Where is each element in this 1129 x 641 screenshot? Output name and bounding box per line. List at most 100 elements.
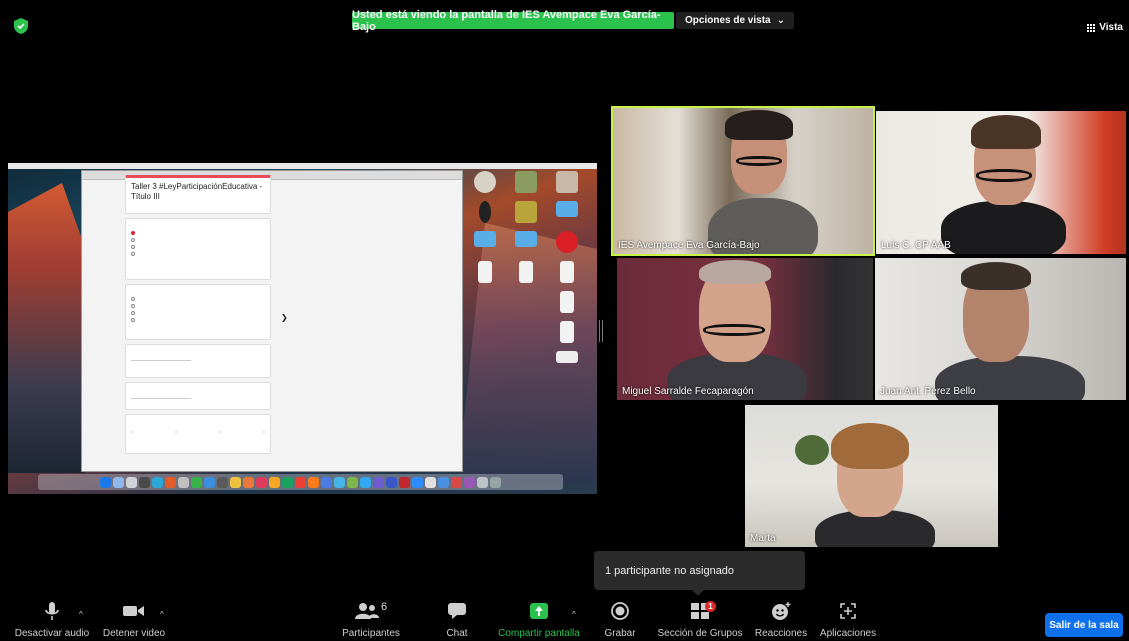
person-hair	[725, 110, 793, 140]
form-question-card: ​ ○○○○	[125, 414, 271, 454]
security-shield-icon[interactable]	[14, 18, 28, 34]
desktop-file-icon	[514, 201, 537, 223]
plant	[795, 435, 829, 465]
answer-line	[131, 360, 191, 361]
dock-app-icon	[373, 476, 384, 488]
apps-icon	[839, 598, 857, 624]
breakout-rooms-button[interactable]: 1 Sección de Grupos	[655, 598, 745, 639]
share-options-chevron-icon[interactable]: ^	[572, 610, 576, 619]
folder-icon	[556, 201, 579, 217]
apps-button[interactable]: Aplicaciones	[818, 598, 878, 639]
split-view-resize-handle[interactable]	[599, 320, 603, 342]
answer-line	[131, 398, 191, 399]
dock-app-icon	[178, 476, 189, 488]
desktop-file-icon	[473, 171, 496, 193]
video-camera-icon	[122, 598, 146, 624]
microphone-icon	[44, 598, 60, 624]
dock-app-icon	[191, 476, 202, 488]
dock-app-icon	[282, 476, 293, 488]
record-label: Grabar	[604, 628, 636, 639]
radio-option	[131, 318, 265, 322]
video-tile-ies-avempace[interactable]: IES Avempace Eva García-Bajo	[611, 106, 875, 256]
dock-app-icon	[386, 476, 397, 488]
view-options-button[interactable]: Opciones de vista ⌄	[676, 12, 794, 29]
smiley-icon	[770, 598, 792, 624]
form-title: Taller 3 #LeyParticipaciónEducativa - Tí…	[131, 182, 263, 201]
dock-app-icon	[230, 476, 241, 488]
shared-screen[interactable]: Taller 3 #LeyParticipaciónEducativa - Tí…	[8, 163, 597, 494]
mute-label: Desactivar audio	[14, 628, 90, 639]
chevron-down-icon: ⌄	[776, 15, 785, 26]
dock-app-icon	[477, 476, 488, 488]
video-tile-miguel[interactable]: Miguel Sarralde Fecaparagón	[617, 258, 873, 400]
dock-app-icon	[399, 476, 410, 488]
view-options-label: Opciones de vista	[685, 15, 771, 26]
share-screen-icon	[529, 598, 549, 624]
glasses	[976, 169, 1032, 182]
video-tile-juan[interactable]: Juan Ant. Pérez Bello	[875, 258, 1126, 400]
reactions-label: Reacciones	[754, 628, 808, 639]
reactions-button[interactable]: Reacciones	[752, 598, 810, 639]
desktop-file-icon	[556, 171, 579, 193]
video-tile-marta[interactable]: Marta	[745, 405, 998, 547]
radio-option	[131, 238, 265, 242]
radio-option	[131, 311, 265, 315]
view-layout-button[interactable]: Vista	[1087, 22, 1123, 33]
dock-app-icon	[126, 476, 137, 488]
audio-options-chevron-icon[interactable]: ^	[79, 610, 83, 619]
question-label-line: ​	[131, 349, 265, 354]
form-question-card: ​	[125, 218, 271, 280]
person-hair	[971, 115, 1041, 149]
desktop-spacer	[515, 291, 537, 313]
record-button[interactable]: Grabar	[598, 598, 642, 639]
radio-option	[131, 245, 265, 249]
video-options-chevron-icon[interactable]: ^	[160, 610, 164, 619]
scale-row: ○ ○ ○ ○	[131, 430, 265, 434]
document-icon	[560, 291, 575, 313]
participants-button[interactable]: 6 Participantes	[335, 598, 407, 639]
video-tile-luis[interactable]: Luis C. CP AAB	[876, 111, 1126, 254]
glasses	[736, 156, 782, 166]
participants-count: 6	[380, 601, 388, 613]
desktop-spacer	[474, 321, 496, 343]
desktop-file-icon	[478, 201, 491, 223]
dock-app-icon	[269, 476, 280, 488]
dock-app-icon	[256, 476, 267, 488]
participants-label: Participantes	[342, 628, 400, 639]
dock-app-icon	[243, 476, 254, 488]
unassigned-participant-tooltip: 1 participante no asignado	[594, 551, 805, 596]
document-icon	[477, 261, 492, 283]
participants-icon: 6	[354, 598, 388, 624]
dock-app-icon	[334, 476, 345, 488]
leave-room-button[interactable]: Salir de la sala	[1045, 613, 1123, 637]
radio-option	[131, 252, 265, 256]
mac-menubar	[8, 163, 597, 169]
google-form: Taller 3 #LeyParticipaciónEducativa - Tí…	[125, 175, 271, 458]
dock-app-icon	[347, 476, 358, 488]
participant-name: Miguel Sarralde Fecaparagón	[622, 386, 754, 397]
dock-app-icon	[308, 476, 319, 488]
screenshot-file-icon	[556, 351, 579, 363]
dock-app-icon	[113, 476, 124, 488]
participant-name: Luis C. CP AAB	[881, 240, 951, 251]
mac-dock	[38, 474, 563, 490]
desktop-icons	[466, 171, 586, 373]
share-screen-label: Compartir pantalla	[498, 628, 580, 639]
tooltip-text: 1 participante no asignado	[605, 564, 735, 577]
breakout-badge: 1	[705, 601, 716, 612]
share-screen-button[interactable]: Compartir pantalla	[494, 598, 584, 639]
participant-name: IES Avempace Eva García-Bajo	[618, 240, 760, 251]
stop-video-label: Detener video	[102, 628, 166, 639]
dock-app-icon	[464, 476, 475, 488]
dock-app-icon	[451, 476, 462, 488]
cursor-icon: ❯	[281, 313, 288, 322]
document-icon	[518, 261, 533, 283]
breakout-rooms-label: Sección de Grupos	[657, 628, 743, 639]
apps-label: Aplicaciones	[819, 628, 877, 639]
chat-button[interactable]: Chat	[435, 598, 479, 639]
glasses	[703, 324, 765, 336]
leave-room-label: Salir de la sala	[1049, 619, 1119, 631]
radio-option	[131, 304, 265, 308]
folder-icon	[473, 231, 496, 247]
form-question-card: ​	[125, 284, 271, 340]
